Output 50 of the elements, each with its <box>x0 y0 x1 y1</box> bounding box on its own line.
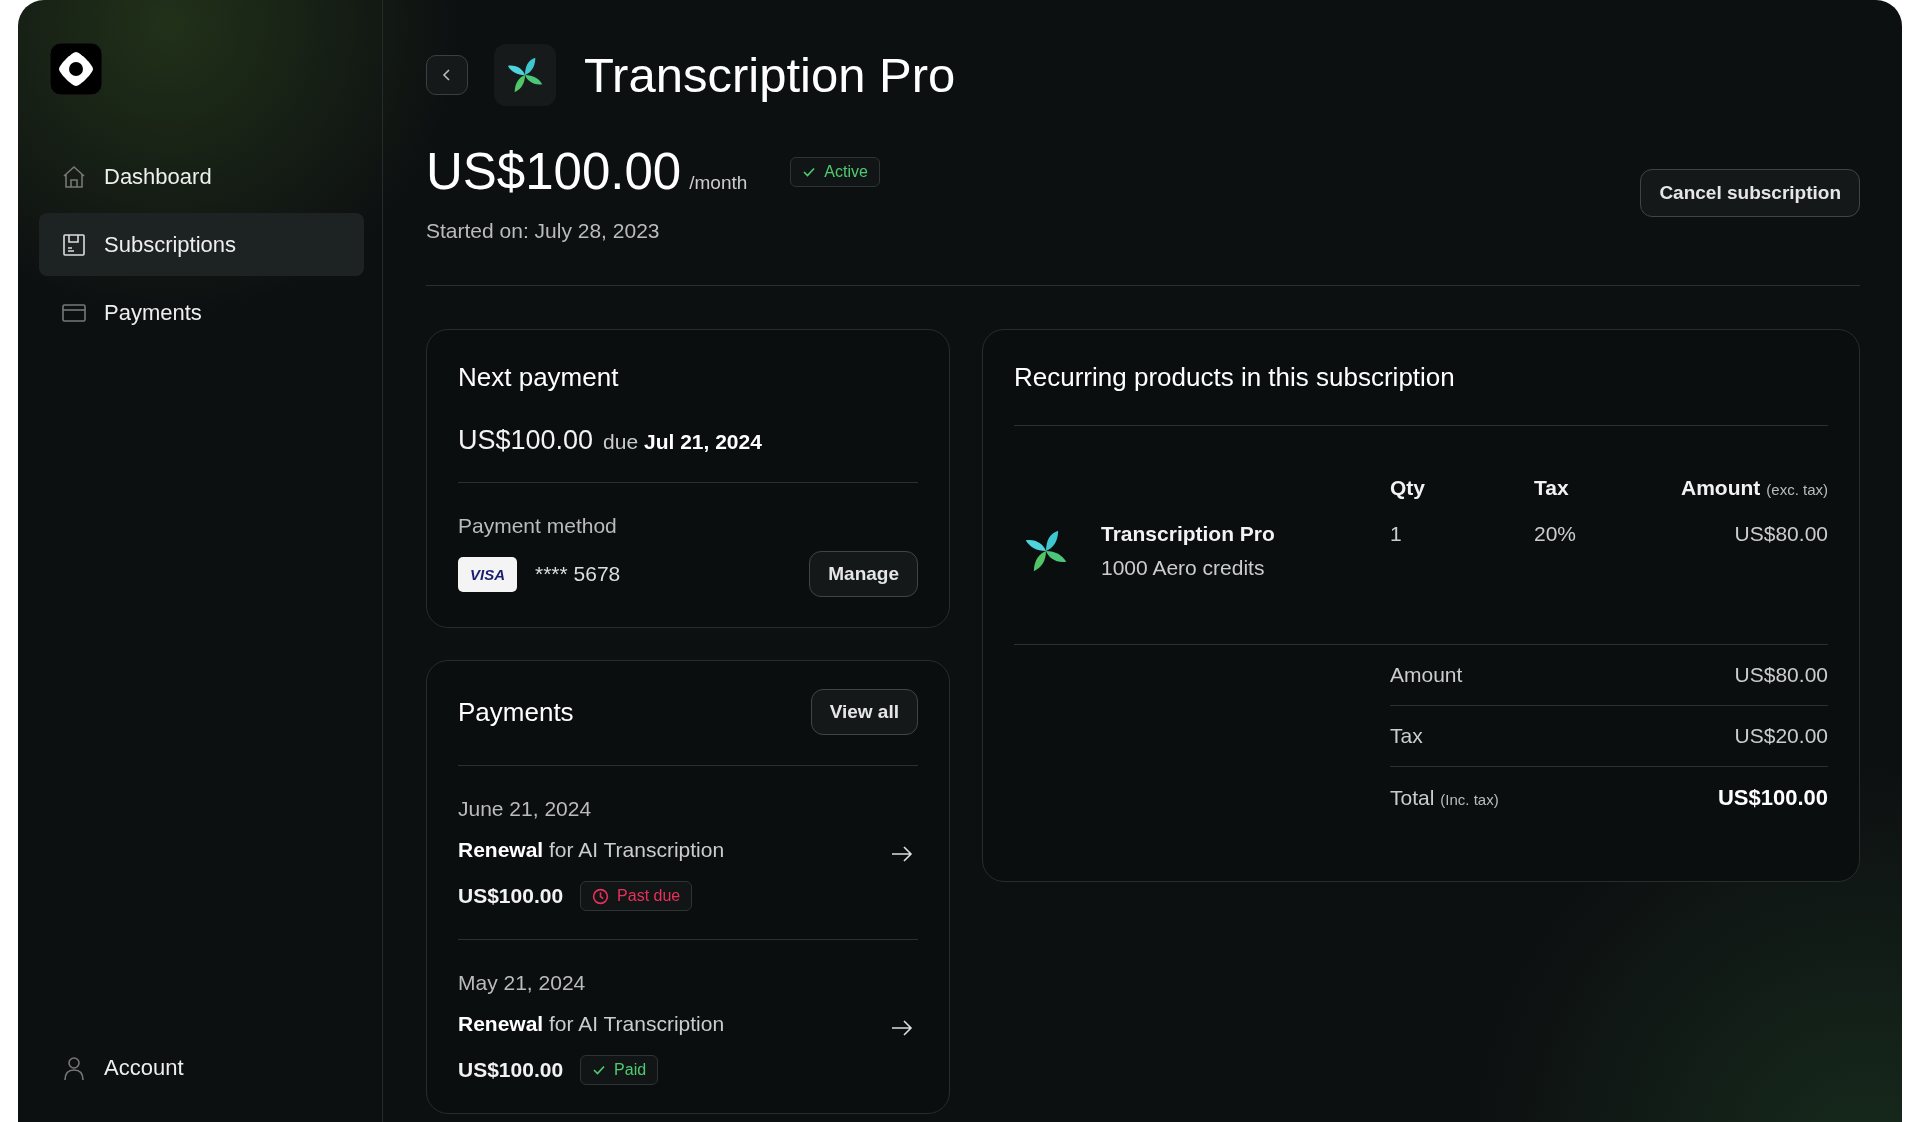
amount-cell: US$80.00 <box>1734 522 1828 545</box>
view-all-button[interactable]: View all <box>810 689 918 735</box>
payment-description: Renewal for AI Transcription <box>458 1012 725 1036</box>
card-number: **** 5678 <box>535 562 622 586</box>
card-brand-logo: VISA <box>458 556 517 592</box>
page-title: Transcription Pro <box>584 47 956 103</box>
payment-date: May 21, 2024 <box>458 971 587 995</box>
tax-cell: 20% <box>1534 522 1577 545</box>
card-title: Payments <box>458 696 574 728</box>
next-payment-amount: US$100.00 <box>458 425 594 456</box>
quantity-cell: 1 <box>1390 522 1402 545</box>
column-header: Amount <box>1681 476 1761 499</box>
billing-period: /month <box>689 172 748 194</box>
payment-amount: US$100.00 <box>458 884 564 908</box>
column-header: Qty <box>1390 476 1425 499</box>
app-icon <box>494 44 556 106</box>
cancel-subscription-button[interactable]: Cancel subscription <box>1640 168 1860 217</box>
payment-method-label: Payment method <box>458 514 618 538</box>
column-note: (exc. tax) <box>1766 481 1828 498</box>
status-badge: Past due <box>580 881 693 911</box>
status-badge: Paid <box>580 1055 659 1085</box>
home-icon <box>61 163 87 190</box>
arrow-right-icon[interactable] <box>891 1019 913 1037</box>
person-icon <box>61 1054 87 1081</box>
price: US$100.00 <box>426 142 682 201</box>
arrow-right-icon[interactable] <box>891 845 913 863</box>
start-date: Started on: July 28, 2023 <box>426 219 661 243</box>
product-name: Transcription Pro <box>1101 522 1275 546</box>
summary-value: US$20.00 <box>1734 724 1828 748</box>
nav-item[interactable]: Payments <box>39 281 364 344</box>
card-title: Recurring products in this subscription <box>1014 362 1456 393</box>
card-title: Next payment <box>458 362 620 393</box>
summary-value: US$80.00 <box>1734 663 1828 687</box>
summary-note: (Inc. tax) <box>1440 791 1499 808</box>
product-subtitle: 1000 Aero credits <box>1101 556 1266 580</box>
manage-button[interactable]: Manage <box>809 551 918 597</box>
summary-label: Amount <box>1390 663 1463 686</box>
payment-amount: US$100.00 <box>458 1058 564 1082</box>
payment-date: June 21, 2024 <box>458 797 593 821</box>
summary-value: US$100.00 <box>1717 785 1828 811</box>
summary-label: Tax <box>1390 724 1423 747</box>
due-date: due Jul 21, 2024 <box>603 430 762 454</box>
column-header: Tax <box>1534 476 1569 499</box>
account-link[interactable]: Account <box>39 1036 364 1099</box>
summary-label: Total <box>1390 786 1435 809</box>
nav-item[interactable]: Subscriptions <box>39 213 364 276</box>
status-badge: Active <box>790 156 880 187</box>
logo-icon <box>50 43 102 95</box>
payment-description: Renewal for AI Transcription <box>458 838 725 862</box>
nav-item[interactable]: Dashboard <box>39 145 364 208</box>
